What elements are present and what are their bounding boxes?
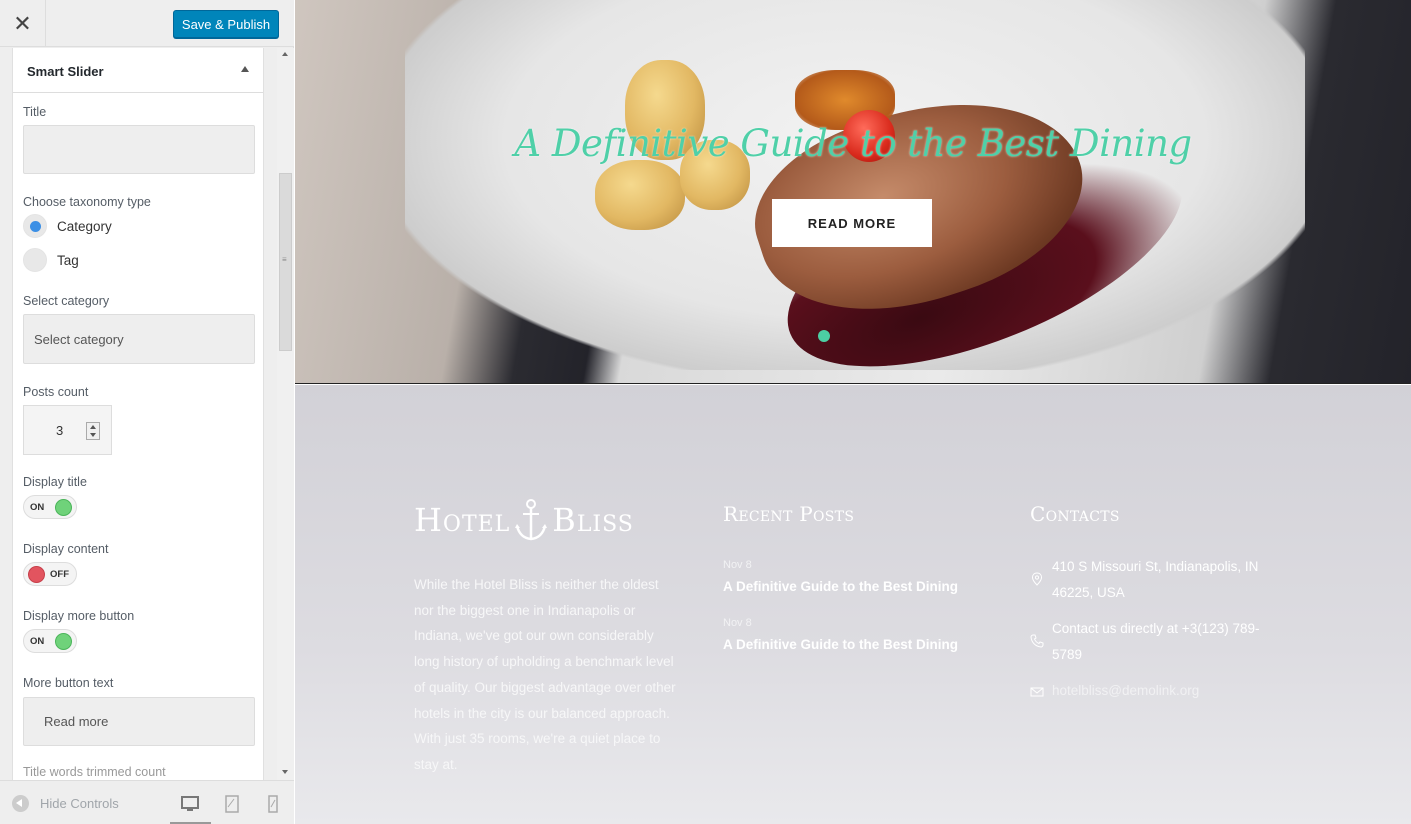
customizer-sidebar: ✕ Save & Publish Smart Slider Title Choo…	[0, 0, 294, 824]
category-label: Select category	[23, 294, 110, 308]
post-date: Nov 8	[723, 617, 752, 629]
customizer-header: ✕ Save & Publish	[0, 0, 294, 47]
logo-text-left: Hotel	[414, 501, 511, 539]
display-content-toggle[interactable]: OFF	[23, 562, 77, 586]
more-text-input[interactable]	[23, 697, 255, 746]
toggle-knob	[28, 566, 45, 583]
display-content-label: Display content	[23, 542, 109, 556]
phone-icon	[1030, 634, 1044, 648]
hide-controls-label: Hide Controls	[40, 796, 119, 811]
recent-posts-heading: Recent Posts	[723, 502, 855, 526]
radio-label: Tag	[57, 252, 79, 268]
collapse-icon	[12, 795, 29, 812]
contact-phone: Contact us directly at +3(123) 789-5789	[1052, 621, 1260, 662]
taxonomy-label: Choose taxonomy type	[23, 195, 151, 209]
toggle-knob	[55, 633, 72, 650]
posts-count-value: 3	[56, 423, 64, 438]
hero-slider: A Definitive Guide to the Best Dining RE…	[295, 0, 1411, 384]
site-preview: A Definitive Guide to the Best Dining RE…	[295, 0, 1411, 824]
section-panel: Smart Slider Title Choose taxonomy type …	[12, 48, 264, 780]
site-logo[interactable]: Hotel Bliss	[414, 498, 634, 542]
more-text-label: More button text	[23, 676, 114, 690]
desktop-icon[interactable]	[180, 795, 200, 813]
display-title-toggle[interactable]: ON	[23, 495, 77, 519]
mobile-icon[interactable]	[263, 795, 283, 813]
radio-category[interactable]: Category	[23, 214, 112, 238]
radio-label: Category	[57, 218, 112, 234]
close-customizer-button[interactable]: ✕	[0, 0, 46, 47]
toggle-state: ON	[30, 636, 45, 647]
contacts-heading: Contacts	[1030, 502, 1120, 526]
category-select-placeholder: Select category	[34, 331, 124, 347]
section-header[interactable]: Smart Slider	[13, 48, 263, 93]
logo-text-right: Bliss	[552, 501, 634, 539]
slide-title[interactable]: A Definitive Guide to the Best Dining	[295, 122, 1411, 165]
close-icon: ✕	[13, 10, 32, 36]
display-more-toggle[interactable]: ON	[23, 629, 77, 653]
spinner-arrows-icon[interactable]	[86, 422, 100, 440]
site-footer: Hotel Bliss While the Hotel Bliss is nei…	[295, 385, 1411, 824]
title-input[interactable]	[23, 125, 255, 174]
toggle-knob	[55, 499, 72, 516]
post-date: Nov 8	[723, 559, 752, 571]
scroll-up-icon[interactable]	[282, 52, 288, 56]
tablet-icon[interactable]	[222, 795, 242, 813]
radio-button-checked[interactable]	[23, 214, 47, 238]
map-pin-icon	[1031, 572, 1043, 586]
display-more-label: Display more button	[23, 609, 135, 623]
trim-count-label: Title words trimmed count	[23, 765, 166, 779]
section-title: Smart Slider	[27, 64, 104, 79]
save-publish-button[interactable]: Save & Publish	[173, 10, 279, 38]
hide-controls-button[interactable]: Hide Controls	[12, 795, 119, 812]
scroll-thumb[interactable]: ≡	[279, 173, 292, 351]
about-text: While the Hotel Bliss is neither the old…	[414, 577, 676, 772]
post-title-link[interactable]: A Definitive Guide to the Best Dining	[723, 579, 958, 594]
customizer-footer: Hide Controls	[0, 780, 294, 824]
toggle-state: ON	[30, 502, 45, 513]
category-select[interactable]: Select category	[23, 314, 255, 364]
anchor-icon	[515, 499, 548, 541]
collapse-arrow-icon[interactable]	[241, 66, 249, 72]
scroll-down-icon[interactable]	[282, 770, 288, 774]
sidebar-scrollbar[interactable]: ≡	[277, 48, 294, 780]
slide-image-potato	[595, 160, 685, 230]
grip-icon: ≡	[282, 255, 287, 264]
toggle-state: OFF	[50, 569, 69, 580]
mail-icon	[1030, 687, 1044, 697]
radio-button[interactable]	[23, 248, 47, 272]
slider-pagination-dot[interactable]	[818, 330, 830, 342]
posts-count-stepper[interactable]: 3	[23, 405, 112, 455]
display-title-label: Display title	[23, 475, 87, 489]
contact-email-link[interactable]: hotelbliss@demolink.org	[1052, 678, 1282, 704]
posts-count-label: Posts count	[23, 385, 89, 399]
contact-address: 410 S Missouri St, Indianapolis, IN 4622…	[1052, 559, 1259, 600]
read-more-button[interactable]: READ MORE	[772, 199, 932, 247]
title-label: Title	[23, 105, 47, 119]
post-title-link[interactable]: A Definitive Guide to the Best Dining	[723, 637, 958, 652]
radio-tag[interactable]: Tag	[23, 248, 79, 272]
